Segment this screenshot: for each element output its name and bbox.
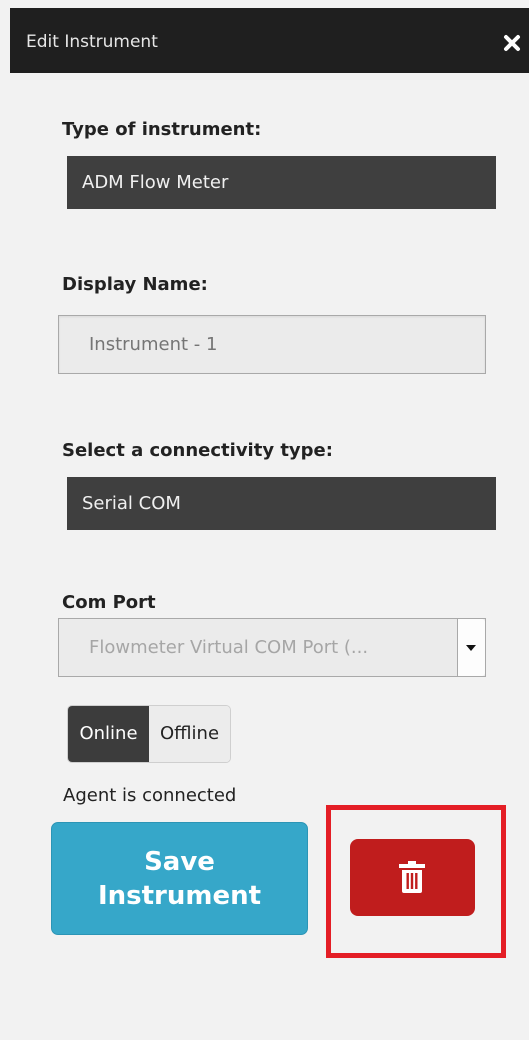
type-of-instrument-field[interactable]: ADM Flow Meter xyxy=(67,156,496,209)
com-port-select[interactable]: Flowmeter Virtual COM Port (... xyxy=(58,618,486,677)
connectivity-type-field[interactable]: Serial COM xyxy=(67,477,496,530)
delete-instrument-button[interactable] xyxy=(350,839,475,916)
connectivity-type-label: Select a connectivity type: xyxy=(62,440,333,461)
type-of-instrument-label: Type of instrument: xyxy=(62,119,262,140)
window-title: Edit Instrument xyxy=(26,32,158,52)
connection-status-text: Agent is connected xyxy=(63,785,237,806)
online-offline-toggle: Online Offline xyxy=(67,705,231,763)
com-port-selected-value: Flowmeter Virtual COM Port (... xyxy=(89,637,369,658)
offline-option[interactable]: Offline xyxy=(149,706,230,762)
save-button-label-line1: Save xyxy=(144,847,215,877)
save-instrument-button[interactable]: Save Instrument xyxy=(51,822,308,935)
online-option[interactable]: Online xyxy=(68,706,149,762)
window-titlebar: Edit Instrument xyxy=(10,8,529,73)
display-name-input[interactable] xyxy=(58,315,486,374)
save-button-label-line2: Instrument xyxy=(97,881,262,911)
close-icon[interactable] xyxy=(503,34,529,60)
com-port-label: Com Port xyxy=(62,592,156,613)
close-icon-glyph xyxy=(504,35,520,51)
display-name-label: Display Name: xyxy=(62,274,208,295)
trash-icon xyxy=(399,861,425,893)
chevron-down-icon xyxy=(466,645,476,651)
com-port-dropdown-button[interactable] xyxy=(457,619,485,676)
